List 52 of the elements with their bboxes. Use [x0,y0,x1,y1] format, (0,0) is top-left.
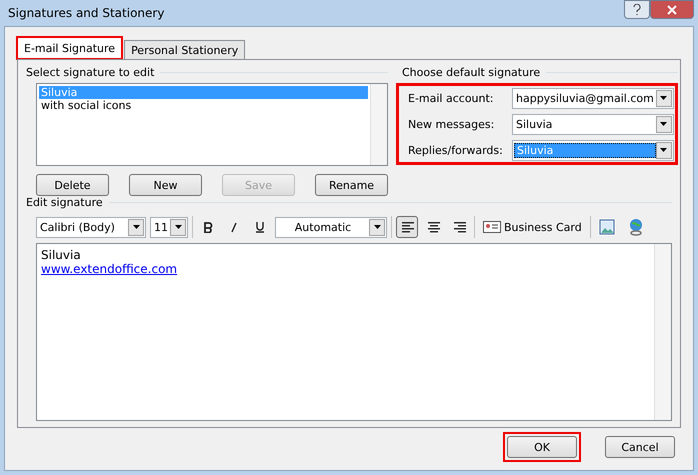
color-dropdown[interactable]: Automatic [275,216,387,238]
signature-list[interactable]: Siluvia with social icons [36,83,388,166]
dropdown-value: Siluvia [514,142,656,158]
dropdown-arrow-icon [660,148,668,152]
field-label: E-mail account: [407,92,495,104]
list-item[interactable]: with social icons [39,99,368,112]
link[interactable]: www.extendoffice.com [41,262,650,276]
align-left-icon [400,221,414,233]
underline-icon [255,221,265,233]
dropdown-arrow-icon [660,96,668,100]
dropdown-value: Siluvia [515,118,554,130]
align-right-icon [452,221,466,233]
dropdown-value: Calibri (Body) [39,220,116,234]
section-heading: Select signature to edit [26,66,154,79]
section-heading: Choose default signature [402,66,540,79]
scrollbar[interactable] [370,84,387,165]
align-center-icon [426,221,440,233]
dialog-button[interactable]: OK [507,436,577,458]
help-icon [633,4,641,15]
business-card-button[interactable]: Business Card [479,216,586,238]
dialog-button[interactable]: Cancel [605,436,675,458]
signature-button[interactable]: Delete [36,174,109,196]
section-heading: Edit signature [26,196,103,209]
dropdown[interactable]: Siluvia [512,114,674,134]
picture-icon [598,219,615,235]
font-dropdown[interactable]: Calibri (Body) [36,216,146,238]
dropdown-arrow-icon [660,122,668,126]
signature-editor[interactable]: Siluvia www.extendoffice.com [36,243,672,421]
dropdown-arrow-icon [374,225,380,229]
close-button[interactable] [650,0,694,19]
dropdown-arrow-icon [132,225,140,229]
field-label: Replies/forwards: [407,144,504,156]
close-icon [667,4,677,14]
size-dropdown[interactable]: 11 [150,216,188,238]
dropdown-value: 11 [153,220,169,234]
dropdown-value: Automatic [294,220,352,234]
dropdown-arrow-icon [174,225,182,229]
signature-text: Siluvia [41,248,82,262]
signature-button[interactable]: New [129,174,202,196]
field-label: New messages: [407,118,496,130]
dropdown[interactable]: happysiluvia@gmail.com [512,88,674,108]
bold-icon [203,222,213,232]
italic-icon [230,222,238,232]
signature-button[interactable]: Rename [315,174,388,196]
align-button[interactable] [396,216,418,238]
scrollbar[interactable] [654,244,671,420]
help-button[interactable] [624,0,650,19]
tab[interactable]: E-mail Signature [17,37,122,59]
card-icon [483,221,501,233]
window-title: Signatures and Stationery [7,6,164,20]
dropdown-value: happysiluvia@gmail.com [515,92,655,104]
tab[interactable]: Personal Stationery [124,40,246,59]
